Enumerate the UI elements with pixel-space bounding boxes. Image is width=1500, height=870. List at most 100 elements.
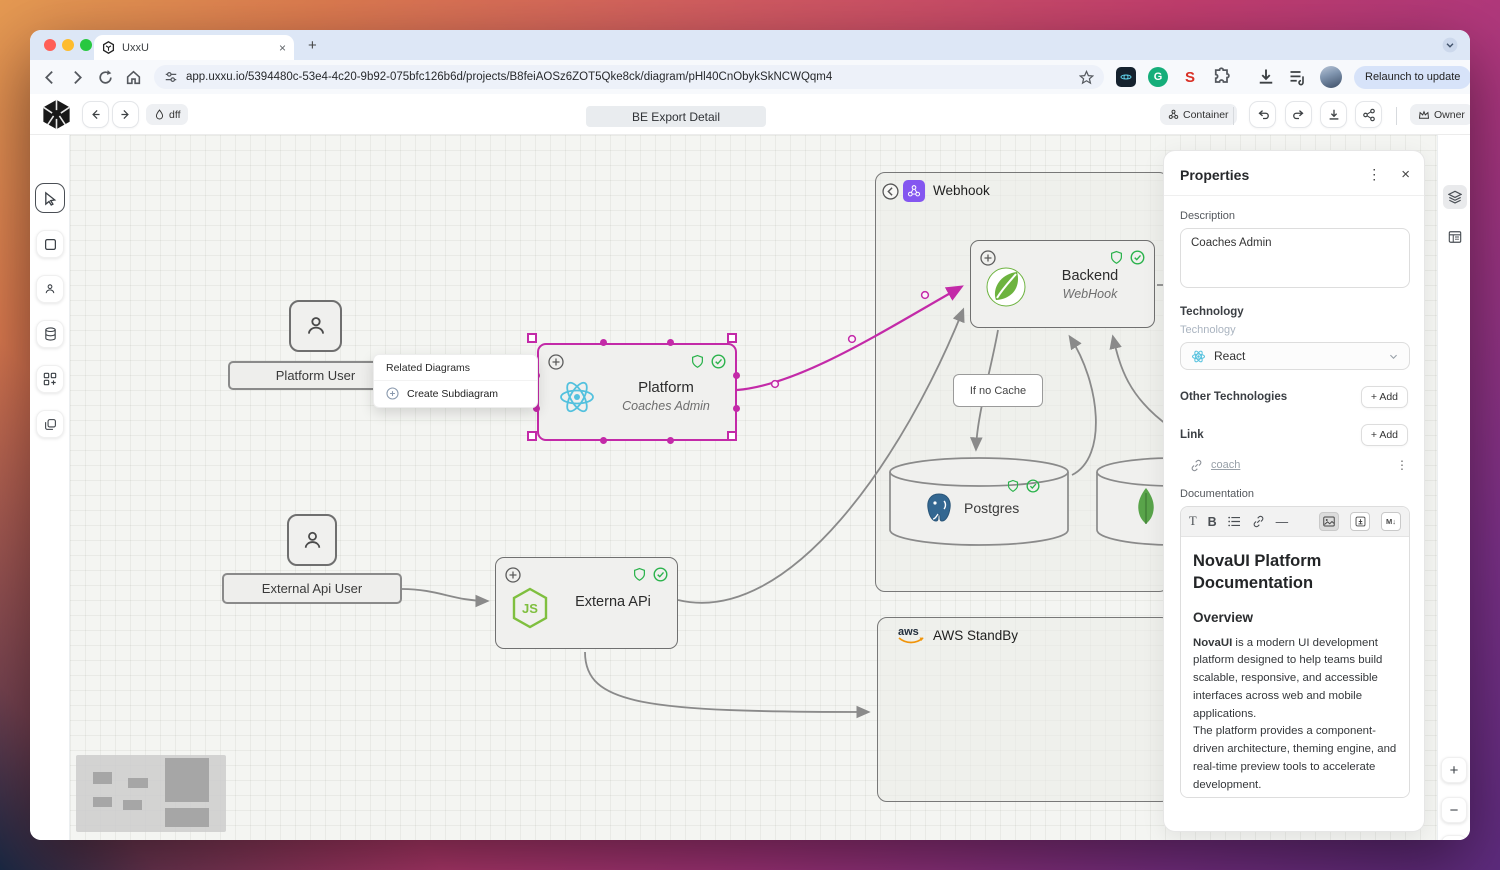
export-download-button[interactable] (1320, 101, 1347, 128)
svg-text:JS: JS (522, 601, 538, 616)
preview-mode-button[interactable] (1319, 512, 1339, 531)
selection-handle[interactable] (600, 339, 607, 346)
panel-menu-icon[interactable]: ⋮ (1367, 166, 1381, 183)
platform-node[interactable]: Platform Coaches Admin (537, 343, 737, 441)
tab-strip: UxxU × + (30, 30, 1470, 60)
site-info-icon[interactable] (164, 70, 178, 84)
external-api-user-actor[interactable] (287, 514, 337, 566)
platform-user-actor[interactable] (289, 300, 342, 352)
owner-button[interactable]: Owner (1410, 104, 1470, 125)
version-badge[interactable]: dff (146, 104, 188, 125)
externa-api-node[interactable]: JS Externa APi (495, 557, 678, 649)
duplicate-tool[interactable] (36, 410, 64, 438)
selection-handle[interactable] (727, 333, 737, 343)
link-value[interactable]: coach (1211, 459, 1388, 471)
browser-tab[interactable]: UxxU × (94, 35, 294, 60)
undo-button[interactable] (1249, 101, 1276, 128)
minimize-window-button[interactable] (62, 39, 74, 51)
recenter-button[interactable] (1441, 835, 1467, 840)
selection-handle[interactable] (527, 431, 537, 441)
container-button[interactable]: Container (1160, 104, 1237, 125)
relaunch-button[interactable]: Relaunch to update (1354, 66, 1470, 89)
edge-condition-label[interactable]: If no Cache (953, 374, 1043, 407)
expand-plus-icon[interactable] (548, 354, 564, 370)
list-icon[interactable] (1228, 516, 1241, 527)
actor-tool[interactable] (36, 275, 64, 303)
shape-tool[interactable] (36, 230, 64, 258)
postgres-node[interactable]: Postgres (888, 455, 1070, 547)
reading-list-icon[interactable] (1288, 67, 1308, 87)
reload-icon[interactable] (97, 69, 114, 86)
selection-handle[interactable] (727, 431, 737, 441)
maximize-window-button[interactable] (80, 39, 92, 51)
diagram-back-button[interactable] (82, 101, 109, 128)
import-export-button[interactable] (1350, 512, 1370, 531)
back-icon[interactable] (41, 69, 58, 86)
plus-circle-icon (386, 387, 399, 400)
backend-node[interactable]: Backend WebHook (970, 240, 1155, 328)
widgets-plus-icon (43, 372, 57, 386)
extension-s-icon[interactable]: S (1180, 67, 1200, 87)
app-logo[interactable] (39, 97, 74, 132)
expand-plus-icon[interactable] (980, 250, 996, 266)
documentation-content[interactable]: NovaUI Platform Documentation Overview N… (1181, 537, 1409, 798)
database-tool[interactable] (36, 320, 64, 348)
zoom-in-button[interactable]: + (1441, 757, 1467, 783)
redo-button[interactable] (1285, 101, 1312, 128)
technology-sublabel: Technology (1180, 324, 1408, 336)
tab-close-icon[interactable]: × (279, 41, 286, 55)
selection-handle[interactable] (600, 437, 607, 444)
share-button[interactable] (1355, 101, 1382, 128)
text-style-icon[interactable]: T (1189, 514, 1197, 529)
downloads-icon[interactable] (1256, 67, 1276, 87)
bookmark-star-icon[interactable] (1079, 70, 1094, 85)
editor-toolbar: T B — M↓ (1181, 507, 1409, 537)
link-menu-icon[interactable]: ⋮ (1396, 458, 1408, 472)
panel-close-icon[interactable]: × (1401, 166, 1410, 183)
doc-paragraph-2: The platform provides a component-driven… (1193, 723, 1397, 794)
select-tool[interactable] (35, 183, 65, 213)
layers-icon (1448, 190, 1462, 204)
extension-dark-icon[interactable] (1116, 67, 1136, 87)
technology-select[interactable]: React (1180, 342, 1410, 370)
doc-heading: NovaUI Platform Documentation (1193, 551, 1397, 595)
expand-plus-icon[interactable] (505, 567, 521, 583)
extension-green-icon[interactable]: G (1148, 67, 1168, 87)
new-tab-button[interactable]: + (308, 37, 317, 54)
markdown-mode-button[interactable]: M↓ (1381, 512, 1401, 531)
minimap-node (93, 772, 112, 784)
bold-icon[interactable]: B (1208, 515, 1217, 529)
create-subdiagram-item[interactable]: Create Subdiagram (374, 381, 537, 402)
address-bar[interactable]: app.uxxu.io/5394480c-53e4-4c20-9b92-075b… (154, 65, 1104, 89)
add-link-button[interactable]: + Add (1361, 424, 1408, 446)
horizontal-rule-icon[interactable]: — (1276, 515, 1289, 529)
tab-search-chevron-icon[interactable] (1442, 37, 1458, 53)
description-field[interactable]: Coaches Admin (1180, 228, 1410, 288)
minimap[interactable] (76, 755, 226, 832)
home-icon[interactable] (125, 69, 142, 86)
selection-handle[interactable] (667, 437, 674, 444)
description-label: Description (1180, 210, 1408, 222)
link-item[interactable]: coach ⋮ (1190, 458, 1408, 472)
add-technology-button[interactable]: + Add (1361, 386, 1408, 408)
external-api-user-label[interactable]: External Api User (222, 573, 402, 604)
shield-icon (1110, 250, 1123, 265)
link-icon (1190, 459, 1203, 472)
minimap-node (165, 758, 209, 802)
forward-icon[interactable] (69, 69, 86, 86)
zoom-out-button[interactable]: − (1441, 797, 1467, 823)
diagram-forward-button[interactable] (112, 101, 139, 128)
profile-avatar[interactable] (1320, 66, 1342, 88)
insert-link-icon[interactable] (1252, 515, 1265, 528)
selection-handle[interactable] (527, 333, 537, 343)
close-window-button[interactable] (44, 39, 56, 51)
components-tool[interactable] (36, 365, 64, 393)
diagram-title[interactable]: BE Export Detail (586, 106, 766, 127)
related-diagrams-popup: Related Diagrams Create Subdiagram (373, 354, 538, 408)
extensions-puzzle-icon[interactable] (1212, 67, 1232, 87)
board-panel-button[interactable] (1443, 225, 1467, 249)
selection-handle[interactable] (667, 339, 674, 346)
layers-panel-button[interactable] (1443, 185, 1467, 209)
selection-handle[interactable] (733, 405, 740, 412)
selection-handle[interactable] (733, 372, 740, 379)
